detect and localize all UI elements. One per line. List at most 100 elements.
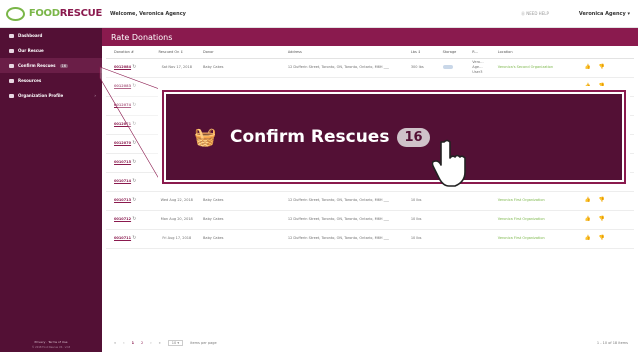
sidebar: Dashboard Our Rescue Confirm Rescues 16 … (0, 28, 102, 352)
table-row[interactable]: 0010712 ↻ Mon Aug 20, 2018 Baby Cakes 12… (106, 210, 634, 230)
lbs-cell: 10 lbs (402, 229, 435, 249)
location-cell[interactable]: Veronica First Organization (489, 210, 577, 230)
hand-pointer-icon (432, 139, 466, 187)
food-rescue-logo[interactable]: FOODRESCUE (0, 0, 102, 28)
column-header-donor[interactable]: Donor (195, 46, 280, 59)
confirm-rescues-count-badge: 16 (59, 63, 68, 68)
items-per-page-label: items per page (190, 341, 217, 345)
donation-id-cell[interactable]: 0012084 ↻ (106, 58, 151, 78)
storage-toggle[interactable] (442, 64, 453, 69)
donation-id-link[interactable]: 0010712 (114, 217, 131, 221)
extra-cell (608, 210, 634, 230)
table-row[interactable]: 0012084 ↻ Sat Nov 17, 2018 Baby Cakes 12… (106, 58, 634, 78)
address-cell: 12 Dufferin Street, Toronto, ON, Toronto… (279, 229, 403, 249)
address-cell: 12 Dufferin Street, Toronto, ON, Toronto… (279, 191, 403, 211)
lbs-cell: 10 lbs (402, 191, 435, 211)
privacy-terms-links[interactable]: Privacy · Terms of Use (0, 340, 102, 344)
callout-menu-item[interactable]: 🧺 Confirm Rescues 16 (166, 94, 622, 180)
sync-icon: ↻ (132, 178, 137, 185)
donation-id-cell[interactable]: 0010711 ↻ (106, 229, 151, 249)
logo-text-rescue: RESCUE (59, 8, 103, 19)
sync-icon: ↻ (132, 159, 137, 166)
donation-id-link[interactable]: 0012071 (114, 122, 131, 126)
chevron-right-icon: › (94, 93, 96, 98)
column-header-r[interactable]: R… (464, 46, 490, 59)
donation-id-cell[interactable]: 0012071 ↻ (106, 115, 151, 135)
location-cell[interactable]: Veronica First Organization (489, 191, 577, 211)
sync-icon: ↻ (132, 197, 137, 204)
sync-icon: ↻ (132, 64, 137, 71)
page-1-button[interactable]: 1 (132, 341, 134, 345)
logo-mark-icon (6, 6, 25, 21)
location-cell[interactable]: Veronica First Organization (489, 229, 577, 249)
copyright-text: © 2018 Food Rescue US · v3.8 (31, 346, 71, 349)
first-page-button[interactable]: « (114, 341, 116, 345)
extra-cell (608, 191, 634, 211)
donation-id-cell[interactable]: 0010715 ↻ (106, 153, 151, 173)
rescued-on-cell: Mon Aug 20, 2018 (150, 210, 196, 230)
callout-label: Confirm Rescues (230, 127, 390, 147)
need-help-link[interactable]: ⓪ NEED HELP (521, 11, 549, 17)
page-2-button[interactable]: 2 (141, 341, 143, 345)
truck-icon (9, 48, 14, 53)
column-header-donation[interactable]: Donation # (106, 46, 151, 59)
sidebar-item-label: Dashboard (18, 33, 43, 38)
sidebar-item-label: Resources (18, 78, 42, 83)
rating-thumbs-icon[interactable]: 👍 👎 (576, 229, 609, 249)
sidebar-item-label: Organization Profile (18, 93, 64, 98)
user-menu[interactable]: Veronica Agency ▾ (579, 11, 630, 17)
items-per-page-select[interactable]: 10 ▾ (167, 340, 184, 346)
next-page-button[interactable]: › (150, 341, 151, 345)
rescued-on-cell: Sat Nov 17, 2018 (150, 58, 196, 78)
donation-id-cell[interactable]: 0010714 ↻ (106, 172, 151, 192)
donation-id-link[interactable]: 0010715 (114, 160, 131, 164)
donation-id-link[interactable]: 0012084 (114, 65, 131, 69)
sidebar-item-resources[interactable]: Resources (0, 73, 102, 88)
sidebar-item-dashboard[interactable]: Dashboard (0, 28, 102, 43)
column-header-address[interactable]: Address (279, 46, 403, 59)
dashboard-icon (9, 33, 14, 38)
table-row[interactable]: 0010713 ↻ Wed Aug 22, 2018 Baby Cakes 12… (106, 191, 634, 211)
prev-page-button[interactable]: ‹ (123, 341, 124, 345)
sync-icon: ↻ (132, 140, 137, 147)
donation-id-link[interactable]: 0012070 (114, 141, 131, 145)
column-header-rescued-on[interactable]: Rescued On ↕ (150, 46, 196, 59)
sidebar-item-confirm-rescues[interactable]: Confirm Rescues 16 (0, 58, 102, 73)
basket-icon (9, 63, 14, 68)
sidebar-item-organization-profile[interactable]: Organization Profile › (0, 88, 102, 103)
rescued-on-cell: Fri Aug 17, 2018 (150, 229, 196, 249)
column-header-storage[interactable]: Storage (434, 46, 465, 59)
rating-thumbs-icon[interactable]: 👍 👎 (576, 191, 609, 211)
callout-count-badge: 16 (397, 127, 430, 147)
sidebar-item-our-rescue[interactable]: Our Rescue (0, 43, 102, 58)
donation-id-link[interactable]: 0010711 (114, 236, 131, 240)
extra-cell (608, 229, 634, 249)
table-row[interactable]: 0010711 ↻ Fri Aug 17, 2018 Baby Cakes 12… (106, 229, 634, 249)
donation-id-link[interactable]: 0012083 (114, 84, 131, 88)
basket-icon: 🧺 (194, 126, 217, 148)
donation-id-link[interactable]: 0010714 (114, 179, 131, 183)
last-page-button[interactable]: » (159, 341, 161, 345)
rating-thumbs-icon[interactable]: 👍 👎 (576, 210, 609, 230)
donor-cell: Baby Cakes (195, 229, 280, 249)
top-bar: FOODRESCUE Welcome, Veronica Agency ⓪ NE… (0, 0, 638, 28)
donation-id-cell[interactable]: 0012070 ↻ (106, 134, 151, 154)
donation-id-link[interactable]: 0012074 (114, 103, 131, 107)
column-header-actions (576, 46, 609, 59)
donation-id-cell[interactable]: 0010712 ↻ (106, 210, 151, 230)
rating-thumbs-icon[interactable]: 👍 👎 (576, 58, 609, 78)
welcome-text: Welcome, Veronica Agency (110, 10, 186, 17)
donation-id-link[interactable]: 0010713 (114, 198, 131, 202)
rescued-on-cell: Wed Aug 22, 2018 (150, 191, 196, 211)
donation-id-cell[interactable]: 0012074 ↻ (106, 96, 151, 116)
sync-icon: ↻ (132, 83, 137, 90)
main-content: Rate Donations Donation # Rescued On ↕ D… (102, 28, 638, 352)
column-header-location[interactable]: Location (489, 46, 577, 59)
address-cell: 12 Dufferin Street, Toronto, ON, Toronto… (279, 58, 403, 78)
column-header-lbs[interactable]: Lbs ↕ (402, 46, 435, 59)
donor-cell: Baby Cakes (195, 210, 280, 230)
donation-id-cell[interactable]: 0012083 ↻ (106, 77, 151, 97)
location-cell[interactable]: Veronica's Second Organization (489, 58, 577, 78)
donation-id-cell[interactable]: 0010713 ↻ (106, 191, 151, 211)
donor-cell: Baby Cakes (195, 58, 280, 78)
